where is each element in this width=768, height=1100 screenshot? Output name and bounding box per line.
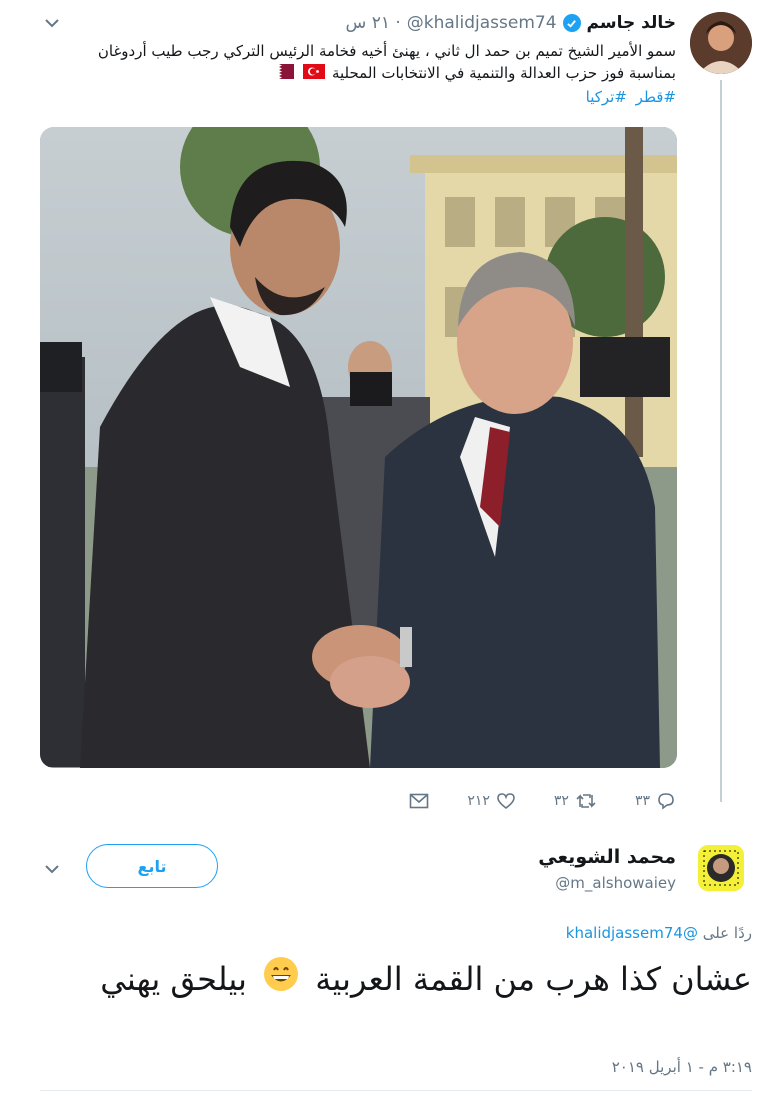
reply-author-avatar[interactable] (698, 845, 744, 891)
tweet-time[interactable]: · ٢١ س (346, 13, 401, 33)
tweet-hashtags: #قطر #تركيا (582, 88, 676, 106)
retweet-button[interactable]: ٣٢ (554, 792, 597, 810)
hashtag-link[interactable]: #تركيا (586, 88, 627, 106)
envelope-icon (410, 793, 429, 809)
direct-message-button[interactable] (409, 793, 429, 809)
tweet-body: سمو الأمير الشيخ تميم بن حمد ال ثاني ، ي… (97, 42, 676, 82)
reply-timestamp[interactable]: ٣:١٩ م - ١ أبريل ٢٠١٩ (612, 1058, 752, 1076)
reply-count: ٣٣ (634, 793, 650, 809)
heart-icon (497, 793, 515, 810)
reply-author-handle[interactable]: @m_alshowaiey (555, 874, 676, 892)
follow-button[interactable]: تابع (86, 844, 218, 888)
tweet-header: خالد جاسم @khalidjassem74 · ٢١ س (56, 10, 676, 36)
replying-to: ردًا على @khalidjassem74 (566, 924, 752, 942)
tweet-actions: ٣٣ ٣٢ ٢١٢ (56, 786, 676, 816)
replying-to-label: ردًا على (702, 924, 752, 942)
reply-text-part-2: بيلحق يهني (100, 960, 247, 998)
like-count: ٢١٢ (467, 793, 490, 809)
reply-button[interactable]: ٣٣ (635, 792, 676, 810)
author-avatar[interactable] (690, 12, 752, 74)
reply-icon (658, 793, 674, 810)
reply-text-part-1: عشان كذا هرب من القمة العربية (315, 960, 752, 998)
grinning-face-emoji-icon (263, 954, 299, 1008)
retweet-icon (576, 794, 596, 808)
replying-to-handle[interactable]: @khalidjassem74 (566, 924, 698, 942)
thread-connector-line (720, 80, 722, 802)
turkey-flag-icon (303, 63, 326, 85)
tweet-text: سمو الأمير الشيخ تميم بن حمد ال ثاني ، ي… (56, 40, 676, 85)
divider (40, 1090, 752, 1091)
qatar-flag-icon (272, 63, 295, 85)
verified-badge-icon (562, 14, 581, 32)
retweet-count: ٣٢ (553, 793, 569, 809)
author-handle[interactable]: @khalidjassem74 (407, 13, 557, 33)
tweet-photo[interactable] (40, 127, 677, 768)
chevron-down-icon[interactable] (44, 16, 60, 32)
chevron-down-icon[interactable] (44, 862, 60, 878)
like-button[interactable]: ٢١٢ (467, 792, 516, 810)
reply-text: عشان كذا هرب من القمة العربية بيلحق يهني (72, 952, 752, 1008)
reply-author-name[interactable]: محمد الشويعي (538, 846, 676, 868)
author-name[interactable]: خالد جاسم (587, 13, 676, 33)
hashtag-link[interactable]: #قطر (636, 88, 676, 106)
